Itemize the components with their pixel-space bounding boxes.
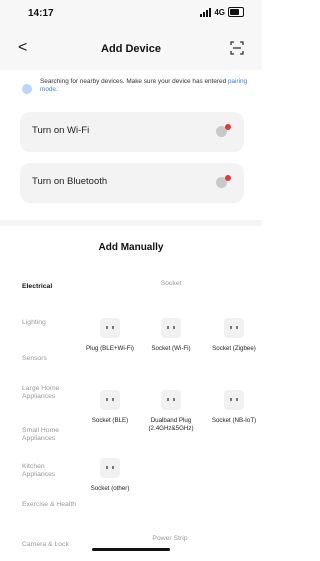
category-lighting[interactable]: Lighting — [22, 319, 78, 327]
device-tile[interactable]: Socket (Zigbee) — [206, 318, 262, 353]
signal-icon — [200, 7, 212, 17]
device-tile[interactable]: Dualband Plug (2.4GHz&5GHz) — [143, 390, 199, 433]
status-time: 14:17 — [28, 8, 54, 19]
socket-icon — [161, 390, 181, 410]
search-message: Searching for nearby devices. Make sure … — [40, 78, 250, 94]
socket-icon — [161, 318, 181, 338]
battery-icon — [228, 7, 244, 17]
status-indicators: 4G — [200, 7, 244, 17]
category-large-home-appliances[interactable]: Large Home Appliances — [22, 385, 78, 401]
device-name: Socket (Zigbee) — [212, 345, 256, 352]
search-status: Searching for nearby devices. Make sure … — [22, 78, 250, 102]
device-tile[interactable]: Socket (Wi-Fi) — [143, 318, 199, 353]
socket-icon — [224, 318, 244, 338]
bluetooth-card-label: Turn on Bluetooth — [32, 176, 108, 187]
status-bar: 14:17 4G — [0, 0, 262, 26]
category-sensors[interactable]: Sensors — [22, 355, 78, 363]
page-title: Add Device — [101, 43, 161, 55]
socket-group-title: Socket — [160, 280, 182, 287]
device-name: Socket (NB-IoT) — [211, 417, 257, 424]
socket-icon — [100, 390, 120, 410]
device-name: Socket (BLE) — [91, 417, 129, 424]
device-name: Socket (Wi-Fi) — [151, 345, 191, 352]
device-tile[interactable]: Socket (other) — [82, 458, 138, 493]
section-divider — [0, 220, 262, 226]
device-tile[interactable]: Socket (BLE) — [82, 390, 138, 425]
category-kitchen-appliances[interactable]: Kitchen Appliances — [22, 463, 78, 479]
category-electrical[interactable]: Electrical — [22, 283, 78, 291]
power-strip-group-title: Power Strip — [152, 535, 188, 542]
network-label: 4G — [214, 7, 225, 17]
category-camera-lock[interactable]: Camera & Lock — [22, 541, 78, 549]
device-tile[interactable]: Plug (BLE+Wi-Fi) — [82, 318, 138, 353]
phone-screen: 14:17 4G < Add Device Searching for near… — [0, 0, 262, 561]
category-exercise-health[interactable]: Exercise & Health — [22, 501, 78, 509]
device-name: Plug (BLE+Wi-Fi) — [86, 345, 134, 352]
device-name: Socket (other) — [90, 485, 130, 492]
bluetooth-card[interactable]: Turn on Bluetooth — [20, 163, 244, 203]
add-manually-title: Add Manually — [98, 242, 164, 253]
search-message-text: Searching for nearby devices. Make sure … — [40, 78, 227, 85]
home-indicator[interactable] — [92, 548, 170, 551]
category-small-home-appliances[interactable]: Small Home Appliances — [22, 427, 78, 443]
device-tile[interactable]: Socket (NB-IoT) — [206, 390, 262, 425]
searching-icon — [22, 84, 32, 94]
device-name: Dualband Plug (2.4GHz&5GHz) — [148, 417, 194, 432]
wifi-card-label: Turn on Wi-Fi — [32, 125, 90, 136]
scan-icon[interactable] — [230, 41, 244, 55]
bluetooth-off-icon — [216, 175, 231, 189]
nav-header: < Add Device — [0, 26, 262, 70]
socket-icon — [100, 458, 120, 478]
wifi-card[interactable]: Turn on Wi-Fi — [20, 112, 244, 152]
socket-icon — [100, 318, 120, 338]
wifi-off-icon — [216, 124, 231, 138]
socket-icon — [224, 390, 244, 410]
